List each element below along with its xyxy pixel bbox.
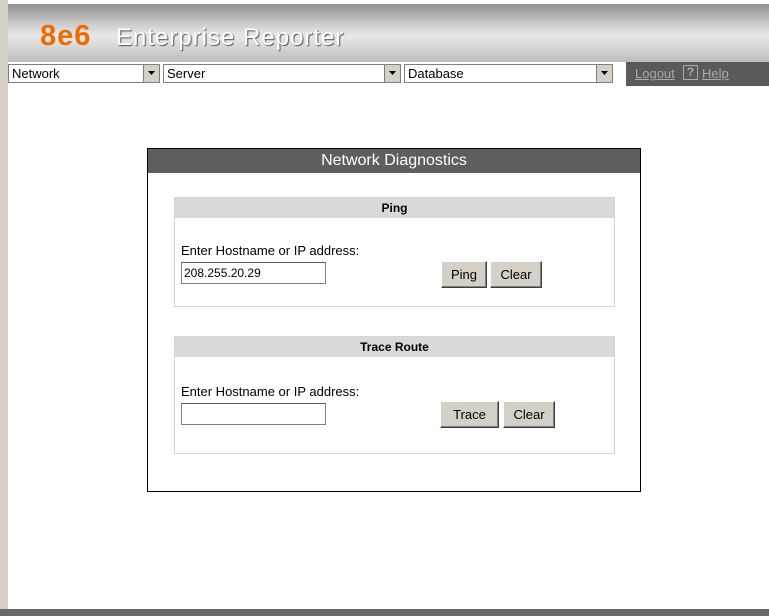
- trace-route-section-heading: Trace Route: [175, 337, 614, 357]
- network-menu-select[interactable]: Network: [8, 64, 160, 83]
- ping-section-heading: Ping: [175, 198, 614, 218]
- ping-section: Ping Enter Hostname or IP address: 208.2…: [174, 197, 615, 307]
- panel-title: Network Diagnostics: [148, 149, 640, 173]
- ping-hostname-input[interactable]: 208.255.20.29: [181, 262, 326, 284]
- ping-hostname-label: Enter Hostname or IP address:: [181, 243, 360, 258]
- help-icon[interactable]: ?: [683, 65, 698, 80]
- database-menu-select[interactable]: Database: [404, 64, 613, 83]
- app-frame: 8e6 Enterprise Reporter Network Server D…: [8, 0, 769, 616]
- trace-button[interactable]: Trace: [440, 401, 499, 428]
- ping-button[interactable]: Ping: [441, 261, 487, 288]
- app-header: 8e6 Enterprise Reporter: [8, 4, 769, 62]
- logout-link[interactable]: Logout: [635, 66, 675, 81]
- trace-clear-button[interactable]: Clear: [503, 401, 555, 428]
- network-menu-label: Network: [12, 66, 60, 81]
- dropdown-arrow-icon[interactable]: [143, 65, 159, 82]
- ping-clear-button[interactable]: Clear: [490, 261, 542, 288]
- network-diagnostics-panel: Network Diagnostics Ping Enter Hostname …: [147, 148, 641, 492]
- trace-route-section: Trace Route Enter Hostname or IP address…: [174, 336, 615, 454]
- dropdown-arrow-icon[interactable]: [384, 65, 400, 82]
- window-left-edge: [0, 0, 8, 616]
- trace-hostname-label: Enter Hostname or IP address:: [181, 384, 360, 399]
- server-menu-label: Server: [167, 66, 206, 81]
- nav-bar: Network Server Database Logout ? Help: [8, 62, 769, 86]
- dropdown-arrow-icon[interactable]: [596, 65, 612, 82]
- server-menu-select[interactable]: Server: [163, 64, 401, 83]
- help-link[interactable]: Help: [702, 66, 729, 81]
- trace-hostname-input[interactable]: [181, 403, 326, 425]
- brand-logo: 8e6: [40, 20, 92, 52]
- product-name: Enterprise Reporter: [116, 24, 345, 51]
- window-bottom-edge: [0, 609, 769, 616]
- database-menu-label: Database: [408, 66, 464, 81]
